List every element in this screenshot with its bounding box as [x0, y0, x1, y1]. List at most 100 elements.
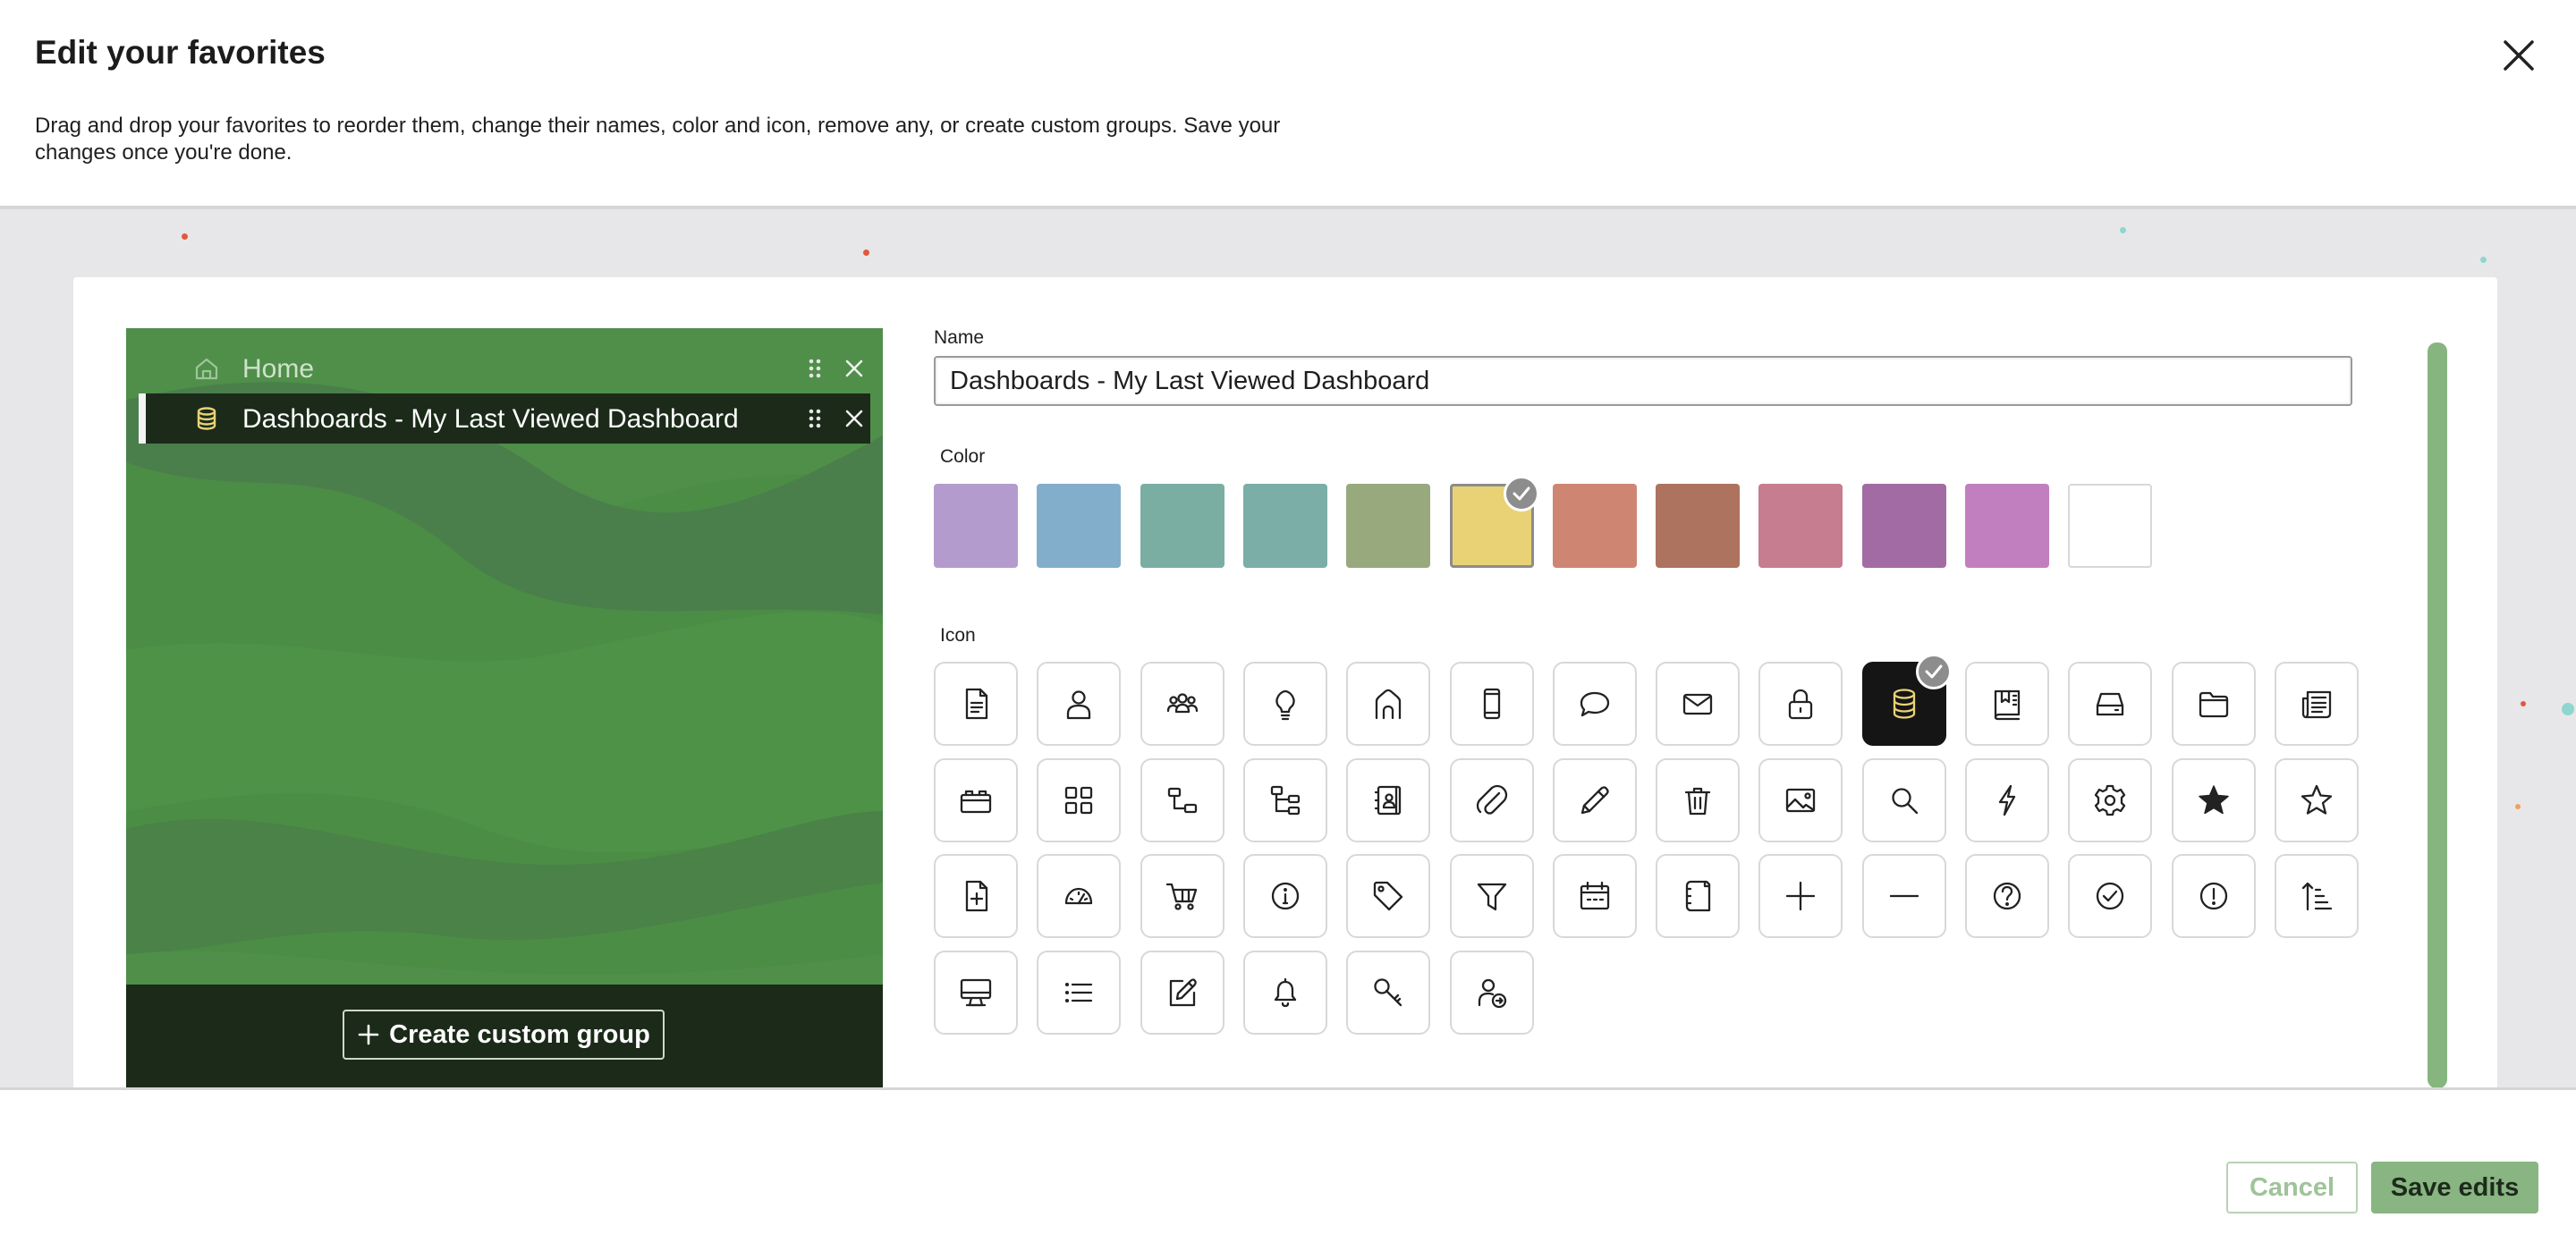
color-swatch[interactable]	[1140, 484, 1224, 568]
color-swatch[interactable]	[1037, 484, 1122, 568]
icon-option-person-arrow[interactable]	[1449, 951, 1534, 1036]
icon-option-tag[interactable]	[1346, 854, 1431, 939]
color-swatch[interactable]	[1346, 484, 1431, 568]
home-icon	[1376, 689, 1402, 720]
icon-option-list[interactable]	[1037, 951, 1122, 1036]
icon-option-alert-circle[interactable]	[2171, 854, 2256, 939]
confetti-dot	[2120, 227, 2126, 233]
book-icon	[1994, 689, 2021, 721]
icon-option-check-circle[interactable]	[2068, 854, 2153, 939]
save-edits-button[interactable]: Save edits	[2371, 1162, 2538, 1213]
favorite-item-home[interactable]: Home	[139, 343, 870, 393]
trash-icon	[1684, 787, 1711, 815]
icon-option-inbox[interactable]	[2068, 662, 2153, 746]
icon-option-info[interactable]	[1242, 854, 1327, 939]
create-custom-group-label: Create custom group	[389, 1019, 650, 1049]
color-swatch[interactable]	[1758, 484, 1843, 568]
icon-option-newspaper[interactable]	[2274, 662, 2359, 746]
icon-option-gauge[interactable]	[1037, 854, 1122, 939]
minus-icon	[1889, 895, 1919, 898]
icon-option-star-outline[interactable]	[2274, 757, 2359, 842]
icon-option-calendar[interactable]	[1552, 854, 1637, 939]
icon-option-hierarchy[interactable]	[1140, 757, 1224, 842]
icon-option-pencil[interactable]	[1552, 757, 1637, 842]
star-filled-icon	[2198, 784, 2229, 814]
icon-option-edit[interactable]	[1140, 951, 1224, 1036]
icon-option-help[interactable]	[1965, 854, 2049, 939]
color-swatch[interactable]	[1242, 484, 1327, 568]
alert-circle-icon	[2199, 883, 2227, 910]
color-swatch[interactable]	[1965, 484, 2049, 568]
bell-icon	[1274, 977, 1297, 1008]
document-icon	[965, 688, 988, 720]
icon-option-mail[interactable]	[1656, 662, 1741, 746]
icon-option-tree[interactable]	[1242, 757, 1327, 842]
icon-option-notebook[interactable]	[1656, 854, 1741, 939]
icon-option-desktop[interactable]	[934, 951, 1018, 1036]
icon-option-lightbulb[interactable]	[1242, 662, 1327, 746]
icon-option-bell[interactable]	[1242, 951, 1327, 1036]
icon-option-document[interactable]	[934, 662, 1018, 746]
favorite-label: Dashboards - My Last Viewed Dashboard	[242, 404, 739, 434]
icon-option-search[interactable]	[1861, 757, 1946, 842]
icon-option-trash[interactable]	[1656, 757, 1741, 842]
confetti-dot	[2521, 701, 2526, 706]
icon-option-cart[interactable]	[1140, 854, 1224, 939]
lightbulb-icon	[1275, 689, 1295, 721]
remove-icon[interactable]	[842, 356, 867, 381]
icon-option-home[interactable]	[1346, 662, 1431, 746]
color-swatch[interactable]	[1861, 484, 1946, 568]
remove-icon[interactable]	[842, 406, 867, 431]
gauge-icon	[1065, 888, 1093, 905]
database-icon	[1893, 689, 1915, 719]
dialog-header: Edit your favorites Drag and drop your f…	[0, 0, 2576, 206]
home-icon	[195, 358, 218, 380]
icon-option-mobile[interactable]	[1449, 662, 1534, 746]
close-button[interactable]	[2496, 32, 2542, 79]
tag-icon	[1374, 882, 1403, 911]
favorite-item-dashboards[interactable]: Dashboards - My Last Viewed Dashboard	[139, 393, 870, 444]
name-input[interactable]	[934, 356, 2352, 406]
drag-handle-icon[interactable]	[802, 356, 827, 381]
icon-option-gear[interactable]	[2068, 757, 2153, 842]
scrollbar[interactable]	[2428, 342, 2447, 1088]
icon-option-key[interactable]	[1346, 951, 1431, 1036]
icon-option-minus[interactable]	[1861, 854, 1946, 939]
icon-option-file-add[interactable]	[934, 854, 1018, 939]
icon-option-plus[interactable]	[1758, 854, 1843, 939]
cancel-button[interactable]: Cancel	[2226, 1162, 2358, 1213]
color-swatch[interactable]	[2068, 484, 2153, 568]
person-arrow-icon	[1478, 978, 1506, 1009]
drag-handle-icon[interactable]	[802, 406, 827, 431]
icon-option-toolbox[interactable]	[934, 757, 1018, 842]
icon-option-contacts[interactable]	[1346, 757, 1431, 842]
icon-option-filter[interactable]	[1449, 854, 1534, 939]
icon-option-star-filled[interactable]	[2171, 757, 2256, 842]
check-circle-icon	[2097, 883, 2124, 910]
create-custom-group-button[interactable]: Create custom group	[343, 1010, 665, 1060]
icon-option-person[interactable]	[1037, 662, 1122, 746]
icon-option-folder[interactable]	[2171, 662, 2256, 746]
icon-option-lightning[interactable]	[1965, 757, 2049, 842]
group-icon	[1166, 693, 1198, 714]
icon-option-lock[interactable]	[1758, 662, 1843, 746]
toolbox-icon	[960, 790, 992, 813]
edit-icon	[1169, 978, 1197, 1007]
icon-option-chat[interactable]	[1552, 662, 1637, 746]
dialog-footer	[0, 1090, 2576, 1243]
color-swatch[interactable]	[934, 484, 1018, 568]
color-swatch[interactable]	[1552, 484, 1637, 568]
dialog-title: Edit your favorites	[35, 34, 326, 71]
icon-option-image[interactable]	[1758, 757, 1843, 842]
database-icon	[197, 407, 216, 430]
icon-option-group[interactable]	[1140, 662, 1224, 746]
icon-option-sort[interactable]	[2274, 854, 2359, 939]
search-icon	[1892, 788, 1918, 814]
icon-option-book[interactable]	[1965, 662, 2049, 746]
icon-option-paperclip[interactable]	[1449, 757, 1534, 842]
star-outline-icon	[2301, 784, 2333, 815]
dialog-description: Drag and drop your favorites to reorder …	[35, 114, 1281, 165]
confetti-dot	[2562, 703, 2574, 715]
icon-option-grid[interactable]	[1037, 757, 1122, 842]
color-swatch[interactable]	[1656, 484, 1741, 568]
